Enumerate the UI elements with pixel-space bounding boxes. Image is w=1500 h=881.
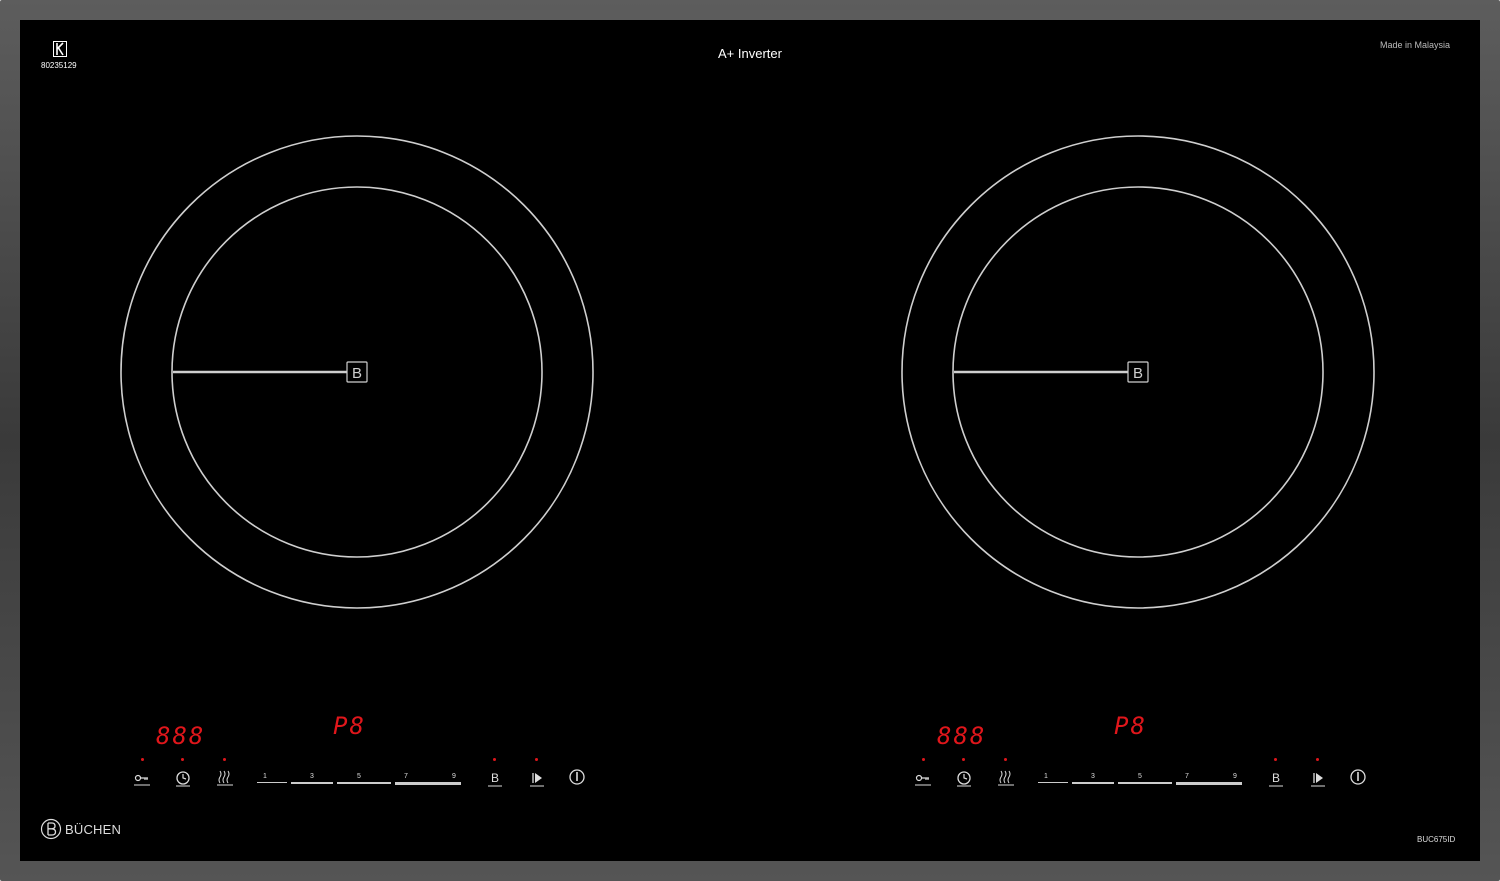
- keep-warm-icon[interactable]: [996, 767, 1016, 787]
- slider-segment: [337, 782, 391, 784]
- pause-play-icon[interactable]: [1308, 768, 1328, 788]
- timer-display-left: 888: [156, 722, 206, 750]
- slider-tick: 1: [263, 773, 267, 780]
- indicator-led: [1004, 758, 1007, 761]
- slider-segment: [291, 782, 333, 784]
- power-display-right: P8: [1114, 712, 1147, 740]
- slider-tick: 7: [404, 773, 408, 780]
- slider-tick: 9: [1233, 773, 1237, 780]
- slider-tick: 1: [1044, 773, 1048, 780]
- slider-segment: [1072, 782, 1114, 784]
- boost-button[interactable]: B: [1266, 768, 1286, 788]
- cooking-zone-right[interactable]: B: [901, 135, 1375, 609]
- boost-marker-right: B: [1133, 365, 1143, 382]
- slider-tick: 3: [310, 773, 314, 780]
- indicator-led: [141, 758, 144, 761]
- svg-text:B: B: [1272, 771, 1280, 785]
- power-icon[interactable]: [567, 767, 587, 787]
- slider-segment: [1118, 782, 1172, 784]
- indicator-led: [962, 758, 965, 761]
- lock-icon[interactable]: [913, 768, 933, 788]
- slider-segment: [257, 782, 287, 783]
- boost-button[interactable]: B: [485, 768, 505, 788]
- keep-warm-icon[interactable]: [215, 767, 235, 787]
- cooking-zones: B B: [120, 135, 1375, 609]
- slider-segment: [1176, 782, 1242, 785]
- slider-tick: 9: [452, 773, 456, 780]
- lock-icon[interactable]: [132, 768, 152, 788]
- indicator-led: [223, 758, 226, 761]
- indicator-led: [1274, 758, 1277, 761]
- indicator-led: [1316, 758, 1319, 761]
- pause-play-icon[interactable]: [527, 768, 547, 788]
- svg-text:B: B: [491, 771, 499, 785]
- power-icon[interactable]: [1348, 767, 1368, 787]
- timer-display-right: 888: [937, 722, 987, 750]
- power-display-left: P8: [333, 712, 366, 740]
- slider-segment: [1038, 782, 1068, 783]
- slider-segment: [395, 782, 461, 785]
- timer-icon[interactable]: [173, 768, 193, 788]
- indicator-led: [181, 758, 184, 761]
- slider-tick: 3: [1091, 773, 1095, 780]
- indicator-led: [535, 758, 538, 761]
- slider-tick: 5: [1138, 773, 1142, 780]
- slider-tick: 7: [1185, 773, 1189, 780]
- boost-marker-left: B: [352, 365, 362, 382]
- indicator-led: [493, 758, 496, 761]
- cooking-zone-left[interactable]: B: [120, 135, 594, 609]
- slider-tick: 5: [357, 773, 361, 780]
- indicator-led: [922, 758, 925, 761]
- timer-icon[interactable]: [954, 768, 974, 788]
